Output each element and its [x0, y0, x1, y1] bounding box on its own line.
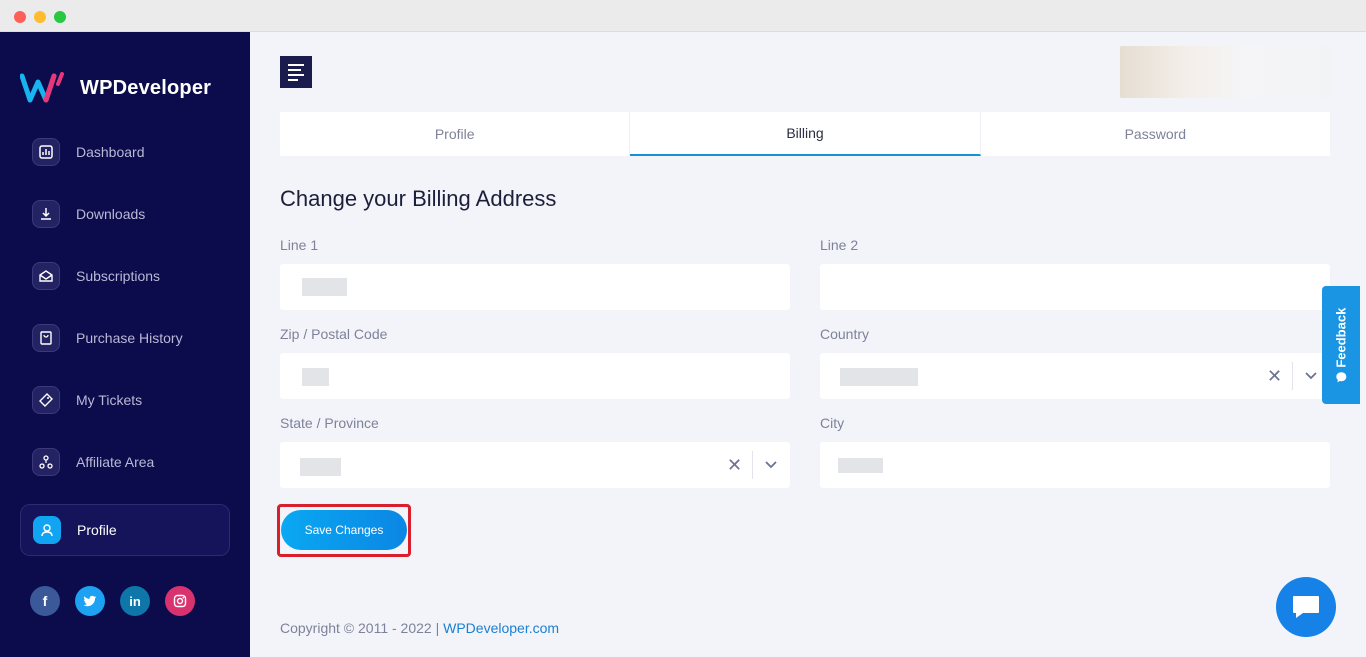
ticket-icon	[32, 386, 60, 414]
menu-toggle-button[interactable]	[280, 56, 312, 88]
sidebar-item-profile[interactable]: Profile	[20, 504, 230, 556]
sidebar-item-affiliate-area[interactable]: Affiliate Area	[20, 436, 230, 488]
footer: Copyright © 2011 - 2022 | WPDeveloper.co…	[280, 620, 559, 636]
save-changes-button[interactable]: Save Changes	[281, 510, 407, 550]
clear-icon[interactable]: ✕	[727, 455, 742, 476]
tab-billing[interactable]: Billing	[630, 112, 981, 156]
maximize-window-button[interactable]	[54, 11, 66, 23]
wpdeveloper-logo-icon	[20, 72, 64, 103]
save-highlight-frame: Save Changes	[277, 504, 411, 557]
zip-label: Zip / Postal Code	[280, 326, 388, 342]
brand-name: WPDeveloper	[80, 76, 212, 99]
linkedin-icon[interactable]: in	[120, 586, 150, 616]
minimize-window-button[interactable]	[34, 11, 46, 23]
state-label: State / Province	[280, 415, 379, 431]
select-divider	[1292, 362, 1293, 390]
footer-link[interactable]: WPDeveloper.com	[443, 620, 559, 636]
redacted-value	[302, 368, 329, 386]
receipt-icon	[32, 324, 60, 352]
sidebar-item-subscriptions[interactable]: Subscriptions	[20, 250, 230, 302]
sidebar-item-label: Profile	[77, 522, 117, 538]
line2-field[interactable]	[820, 264, 1330, 310]
sidebar-item-label: Purchase History	[76, 330, 183, 346]
redacted-value	[838, 458, 883, 473]
feedback-label: Feedback	[1334, 307, 1349, 383]
sidebar-item-downloads[interactable]: Downloads	[20, 188, 230, 240]
sidebar: WPDeveloper Dashboard Downloads Subscrip…	[0, 32, 250, 657]
city-field[interactable]	[820, 442, 1330, 488]
close-window-button[interactable]	[14, 11, 26, 23]
twitter-icon[interactable]	[75, 586, 105, 616]
user-avatar[interactable]	[1120, 46, 1332, 98]
sidebar-item-purchase-history[interactable]: Purchase History	[20, 312, 230, 364]
line2-label: Line 2	[820, 237, 859, 253]
window-titlebar	[0, 0, 1366, 32]
chevron-down-icon[interactable]	[764, 460, 778, 470]
country-label: Country	[820, 326, 870, 342]
hamburger-line	[288, 73, 304, 76]
sidebar-item-label: Subscriptions	[76, 268, 161, 284]
state-select[interactable]: ✕	[280, 442, 790, 488]
chat-launcher-button[interactable]	[1276, 577, 1336, 637]
sidebar-item-label: Affiliate Area	[76, 454, 155, 470]
facebook-icon[interactable]: f	[30, 586, 60, 616]
redacted-value	[840, 368, 918, 386]
chart-icon	[32, 138, 60, 166]
subscription-icon	[32, 262, 60, 290]
redacted-value	[300, 458, 341, 476]
hamburger-line	[288, 63, 304, 66]
page-title: Change your Billing Address	[280, 186, 557, 211]
sidebar-item-my-tickets[interactable]: My Tickets	[20, 374, 230, 426]
line1-label: Line 1	[280, 237, 319, 253]
hamburger-line	[288, 68, 301, 71]
chevron-down-icon[interactable]	[1304, 371, 1318, 381]
sidebar-item-dashboard[interactable]: Dashboard	[20, 126, 230, 178]
profile-tabs: Profile Billing Password	[280, 112, 1330, 156]
country-select[interactable]: ✕	[820, 353, 1330, 399]
redacted-value	[302, 278, 347, 296]
chat-bubble-icon	[1336, 371, 1347, 382]
sidebar-item-label: My Tickets	[76, 392, 143, 408]
select-divider	[752, 451, 753, 479]
zip-field[interactable]	[280, 353, 790, 399]
line1-field[interactable]	[280, 264, 790, 310]
download-icon	[32, 200, 60, 228]
chat-icon	[1293, 596, 1319, 618]
feedback-tab[interactable]: Feedback	[1322, 286, 1360, 404]
hamburger-line	[288, 78, 298, 81]
sidebar-item-label: Downloads	[76, 206, 146, 222]
sidebar-item-label: Dashboard	[76, 144, 145, 160]
affiliate-icon	[32, 448, 60, 476]
main-content: Profile Billing Password Change your Bil…	[250, 32, 1366, 657]
brand-logo[interactable]: WPDeveloper	[20, 72, 211, 104]
tab-profile[interactable]: Profile	[280, 112, 631, 156]
city-label: City	[820, 415, 845, 431]
user-icon	[33, 516, 61, 544]
copyright-text: Copyright © 2011 - 2022 |	[280, 620, 440, 636]
instagram-icon[interactable]	[165, 586, 195, 616]
clear-icon[interactable]: ✕	[1267, 366, 1282, 387]
tab-password[interactable]: Password	[981, 112, 1330, 156]
